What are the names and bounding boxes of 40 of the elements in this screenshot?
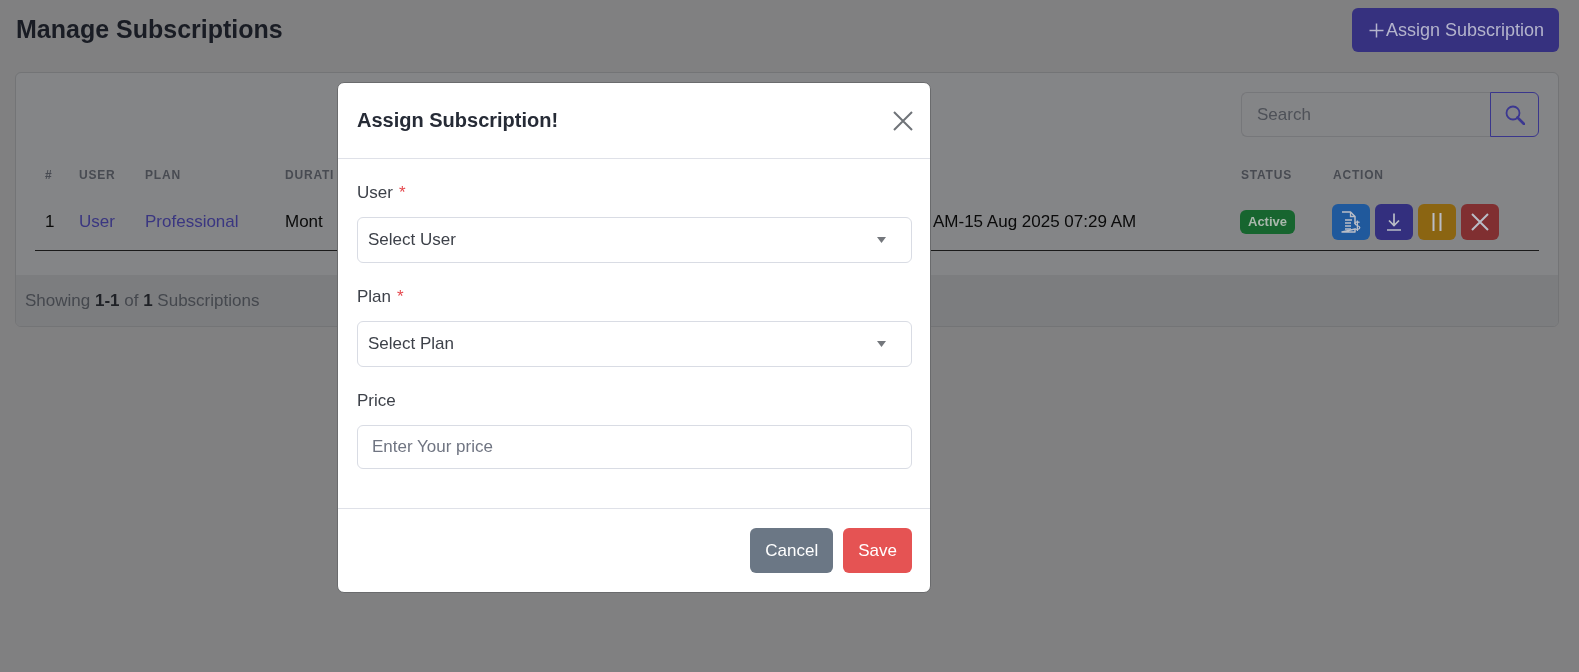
download-icon (1386, 212, 1402, 231)
page-title: Manage Subscriptions (16, 14, 283, 44)
column-header: # (44, 168, 53, 182)
search-button[interactable] (1490, 92, 1539, 137)
caret-icon (877, 237, 886, 243)
column-header: PLAN (144, 168, 181, 182)
field-label: Plan (357, 287, 392, 307)
field-label: Price (357, 391, 396, 411)
close-icon (893, 110, 913, 131)
column-header: USER (78, 168, 116, 182)
required-mark: * (397, 287, 404, 307)
select-field[interactable]: Select Plan (357, 321, 912, 367)
plus-icon (1368, 22, 1384, 38)
user-link[interactable]: User (79, 211, 115, 231)
table-cell-text: Mont (284, 211, 323, 232)
column-header: STATUS (1240, 168, 1293, 182)
table-cell-text: AM-15 Aug 2025 07:29 AM (932, 211, 1137, 232)
delete-button[interactable] (1461, 203, 1499, 240)
caret-icon (877, 341, 886, 347)
pause-button[interactable] (1418, 203, 1456, 240)
search-icon (1504, 104, 1525, 125)
column-header: DURATI (284, 168, 335, 182)
download-button[interactable] (1375, 203, 1413, 240)
table-cell-text: 1 (44, 211, 55, 232)
document-dollar-icon (1341, 210, 1361, 233)
assign-subscription-button[interactable]: Assign Subscription (1351, 8, 1559, 52)
plan-link[interactable]: Professional (145, 211, 239, 231)
field-label: User (357, 183, 393, 203)
select-field[interactable]: Select User (357, 217, 912, 263)
input-field[interactable]: Enter Your price (357, 425, 912, 469)
required-mark: * (398, 183, 406, 203)
cross-icon (1471, 212, 1489, 231)
column-header: ACTION (1332, 168, 1384, 182)
close-button[interactable] (893, 110, 913, 131)
cancel-button[interactable]: Cancel (750, 528, 834, 573)
save-button[interactable]: Save (843, 528, 912, 573)
pause-icon (1432, 212, 1442, 231)
modal-title: Assign Subscription! (357, 109, 559, 132)
invoice-button[interactable] (1332, 203, 1370, 240)
status-badge: Active (1240, 209, 1296, 234)
